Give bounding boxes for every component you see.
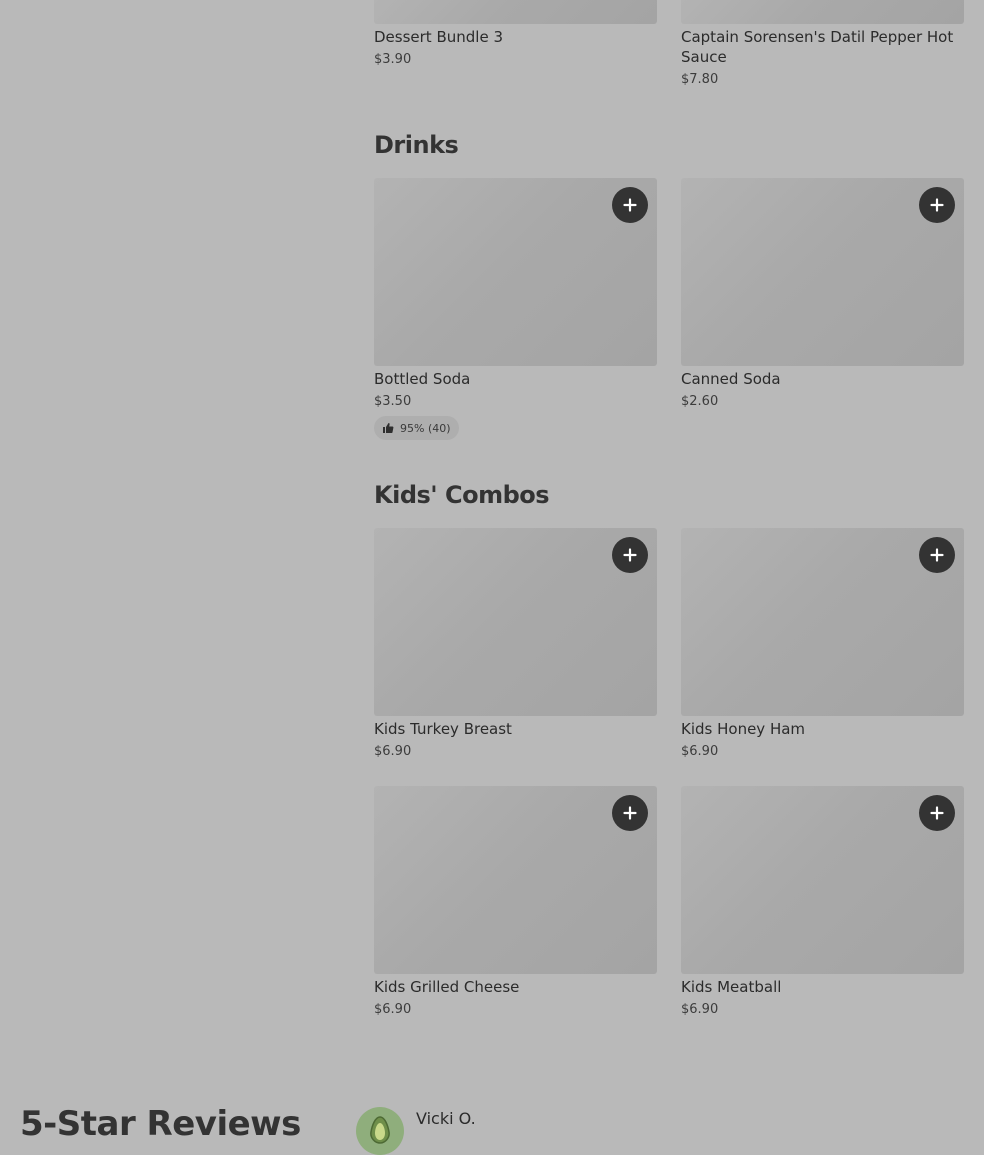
plus-icon <box>623 548 637 562</box>
menu-item-image[interactable] <box>681 528 964 716</box>
reviewer-name: Vicki O. <box>416 1109 476 1128</box>
plus-icon <box>930 548 944 562</box>
add-to-cart-button[interactable] <box>919 537 955 573</box>
menu-item-name[interactable]: Dessert Bundle 3 <box>374 27 657 47</box>
menu-item-price: $3.90 <box>374 52 412 67</box>
section-title-drinks: Drinks <box>374 131 459 159</box>
menu-item-image[interactable] <box>374 178 657 366</box>
add-to-cart-button[interactable] <box>919 795 955 831</box>
menu-item-name[interactable]: Canned Soda <box>681 369 964 389</box>
avatar <box>356 1107 404 1155</box>
plus-icon <box>623 198 637 212</box>
menu-item-image[interactable] <box>374 528 657 716</box>
add-to-cart-button[interactable] <box>612 537 648 573</box>
avocado-icon <box>370 1116 390 1144</box>
menu-item-price: $6.90 <box>374 1002 412 1017</box>
menu-item-name[interactable]: Captain Sorensen's Datil Pepper Hot Sauc… <box>681 27 964 67</box>
rating-text: 95% (40) <box>400 421 451 435</box>
menu-item-image[interactable] <box>681 178 964 366</box>
menu-item-price: $6.90 <box>374 744 412 759</box>
plus-icon <box>930 198 944 212</box>
menu-item-name[interactable]: Kids Turkey Breast <box>374 719 657 739</box>
menu-item-price: $7.80 <box>681 72 719 87</box>
rating-badge: 95% (40) <box>374 416 459 440</box>
reviews-section-title: 5-Star Reviews <box>20 1104 301 1144</box>
menu-item-price: $6.90 <box>681 1002 719 1017</box>
menu-item-price: $3.50 <box>374 394 412 409</box>
plus-icon <box>623 806 637 820</box>
menu-item-name[interactable]: Kids Meatball <box>681 977 964 997</box>
menu-item-price: $6.90 <box>681 744 719 759</box>
section-title-kids-combos: Kids' Combos <box>374 481 550 509</box>
add-to-cart-button[interactable] <box>919 187 955 223</box>
menu-item-image[interactable] <box>374 786 657 974</box>
add-to-cart-button[interactable] <box>612 187 648 223</box>
add-to-cart-button[interactable] <box>612 795 648 831</box>
menu-item-image[interactable] <box>681 0 964 24</box>
menu-item-image[interactable] <box>374 0 657 24</box>
menu-item-price: $2.60 <box>681 394 719 409</box>
menu-item-name[interactable]: Kids Honey Ham <box>681 719 964 739</box>
thumbs-up-icon <box>383 423 394 433</box>
menu-item-name[interactable]: Bottled Soda <box>374 369 657 389</box>
menu-item-name[interactable]: Kids Grilled Cheese <box>374 977 657 997</box>
plus-icon <box>930 806 944 820</box>
menu-item-image[interactable] <box>681 786 964 974</box>
